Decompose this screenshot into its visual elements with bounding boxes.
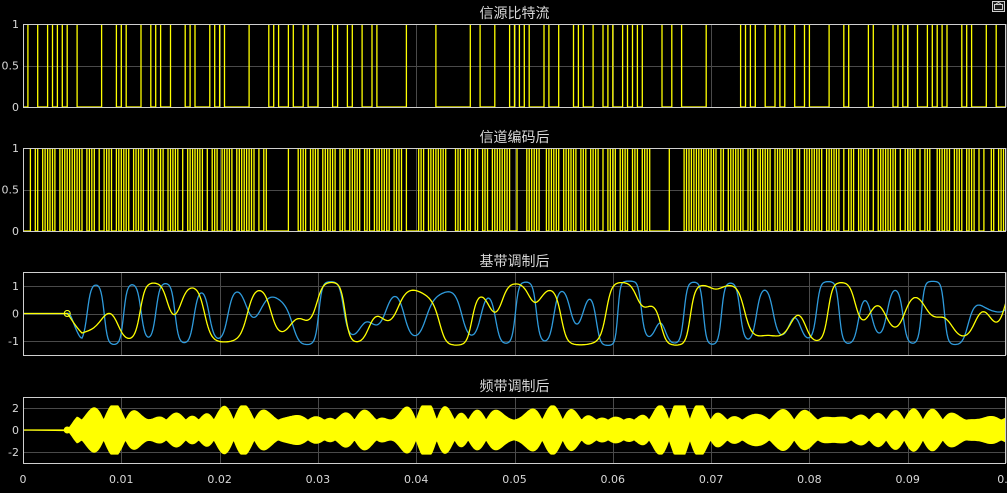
plot-area <box>23 405 1006 455</box>
x-tick-label: 0.01 <box>109 473 134 486</box>
restore-icon <box>994 2 1003 10</box>
y-tick-label: 1 <box>12 18 19 31</box>
series-line <box>23 281 1006 346</box>
x-tick-label: 0.05 <box>502 473 527 486</box>
x-tick-label: 0.04 <box>404 473 429 486</box>
x-tick-label: 0.03 <box>306 473 331 486</box>
subplot-title: 信道编码后 <box>480 130 550 146</box>
x-tick-label: 0.08 <box>797 473 822 486</box>
series-line <box>23 24 1006 107</box>
y-tick-label: 0 <box>12 424 19 437</box>
x-tick-label: 0.09 <box>895 473 920 486</box>
y-tick-label: 0 <box>12 225 19 238</box>
x-tick-label: 0.02 <box>207 473 232 486</box>
subplot-title: 频带调制后 <box>480 379 550 395</box>
subplot-title: 信源比特流 <box>480 6 550 22</box>
x-tick-label: 0 <box>20 473 27 486</box>
series-fill <box>23 405 1006 455</box>
y-tick-label: 1 <box>12 142 19 155</box>
subplot-4: 频带调制后 2 0 -2 0 0.01 0.02 0.03 0.04 0.05 0.06 0.07 0.… <box>8 379 1007 486</box>
y-tick-label: -2 <box>8 446 19 459</box>
x-tick-label: 0.07 <box>699 473 724 486</box>
y-tick-label: 0.5 <box>2 60 20 73</box>
y-tick-label: 0 <box>12 308 19 321</box>
scope-figure: 信源比特流 1 0.5 0 信道编码后 1 0.5 0 基带调制后 1 0 -1 频带调制后 2 0 -2 0 0… <box>2 6 1007 486</box>
plot-area <box>23 280 1006 347</box>
x-tick-label: 0.1 <box>997 473 1007 486</box>
y-tick-label: -1 <box>8 335 19 348</box>
x-tick-label: 0.06 <box>601 473 626 486</box>
y-tick-label: 2 <box>12 402 19 415</box>
series-marker <box>63 426 71 434</box>
subplot-2: 信道编码后 1 0.5 0 <box>2 130 1007 238</box>
series-line <box>23 148 1006 231</box>
y-tick-label: 1 <box>12 280 19 293</box>
y-tick-label: 0.5 <box>2 184 20 197</box>
plot-area <box>23 24 1006 107</box>
subplot-3: 基带调制后 1 0 -1 <box>8 253 1007 356</box>
plot-area <box>23 148 1006 231</box>
restore-button[interactable] <box>992 1 1005 12</box>
subplot-1: 信源比特流 1 0.5 0 <box>2 6 1007 114</box>
subplot-title: 基带调制后 <box>480 253 550 270</box>
y-tick-label: 0 <box>12 101 19 114</box>
